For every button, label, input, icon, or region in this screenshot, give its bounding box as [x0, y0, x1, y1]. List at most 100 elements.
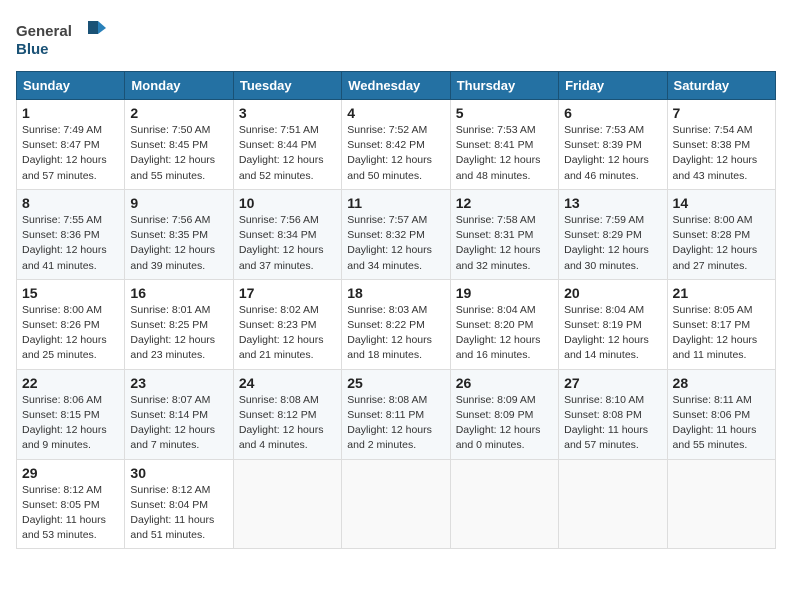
day-info: Sunrise: 7:55 AM Sunset: 8:36 PM Dayligh…	[22, 213, 119, 274]
day-info: Sunrise: 8:01 AM Sunset: 8:25 PM Dayligh…	[130, 303, 227, 364]
week-row-2: 15 Sunrise: 8:00 AM Sunset: 8:26 PM Dayli…	[17, 279, 776, 369]
calendar-cell: 5 Sunrise: 7:53 AM Sunset: 8:41 PM Daylig…	[450, 100, 558, 190]
day-number: 29	[22, 465, 119, 481]
day-number: 18	[347, 285, 444, 301]
day-number: 9	[130, 195, 227, 211]
day-number: 11	[347, 195, 444, 211]
calendar-cell: 6 Sunrise: 7:53 AM Sunset: 8:39 PM Daylig…	[559, 100, 667, 190]
calendar-cell: 10 Sunrise: 7:56 AM Sunset: 8:34 PM Dayli…	[233, 189, 341, 279]
day-info: Sunrise: 8:12 AM Sunset: 8:05 PM Dayligh…	[22, 483, 119, 544]
calendar-cell: 25Sunrise: 8:08 AM Sunset: 8:11 PM Dayli…	[342, 369, 450, 459]
day-info: Sunrise: 7:57 AM Sunset: 8:32 PM Dayligh…	[347, 213, 444, 274]
day-info: Sunrise: 8:03 AM Sunset: 8:22 PM Dayligh…	[347, 303, 444, 364]
day-info: Sunrise: 7:51 AM Sunset: 8:44 PM Dayligh…	[239, 123, 336, 184]
day-info: Sunrise: 8:00 AM Sunset: 8:28 PM Dayligh…	[673, 213, 770, 274]
day-number: 2	[130, 105, 227, 121]
calendar-cell: 2Sunrise: 7:50 AM Sunset: 8:45 PM Daylig…	[125, 100, 233, 190]
day-info: Sunrise: 7:49 AM Sunset: 8:47 PM Dayligh…	[22, 123, 119, 184]
day-info: Sunrise: 8:11 AM Sunset: 8:06 PM Dayligh…	[673, 393, 770, 454]
day-number: 16	[130, 285, 227, 301]
header-cell-tuesday: Tuesday	[233, 72, 341, 100]
day-info: Sunrise: 8:04 AM Sunset: 8:20 PM Dayligh…	[456, 303, 553, 364]
day-info: Sunrise: 8:08 AM Sunset: 8:12 PM Dayligh…	[239, 393, 336, 454]
svg-text:General: General	[16, 23, 72, 40]
calendar-cell: 23 Sunrise: 8:07 AM Sunset: 8:14 PM Dayli…	[125, 369, 233, 459]
day-info: Sunrise: 7:56 AM Sunset: 8:35 PM Dayligh…	[130, 213, 227, 274]
day-info: Sunrise: 7:56 AM Sunset: 8:34 PM Dayligh…	[239, 213, 336, 274]
week-row-3: 22 Sunrise: 8:06 AM Sunset: 8:15 PM Dayli…	[17, 369, 776, 459]
calendar-header: SundayMondayTuesdayWednesdayThursdayFrid…	[17, 72, 776, 100]
calendar-cell: 20Sunrise: 8:04 AM Sunset: 8:19 PM Dayli…	[559, 279, 667, 369]
day-number: 27	[564, 375, 661, 391]
calendar-cell: 11 Sunrise: 7:57 AM Sunset: 8:32 PM Dayli…	[342, 189, 450, 279]
day-number: 17	[239, 285, 336, 301]
day-number: 20	[564, 285, 661, 301]
calendar-cell	[559, 459, 667, 549]
day-info: Sunrise: 7:52 AM Sunset: 8:42 PM Dayligh…	[347, 123, 444, 184]
day-info: Sunrise: 8:07 AM Sunset: 8:14 PM Dayligh…	[130, 393, 227, 454]
day-info: Sunrise: 7:53 AM Sunset: 8:39 PM Dayligh…	[564, 123, 661, 184]
calendar-cell: 7Sunrise: 7:54 AM Sunset: 8:38 PM Daylig…	[667, 100, 775, 190]
day-number: 3	[239, 105, 336, 121]
calendar-cell: 18 Sunrise: 8:03 AM Sunset: 8:22 PM Dayli…	[342, 279, 450, 369]
day-number: 6	[564, 105, 661, 121]
header-cell-friday: Friday	[559, 72, 667, 100]
header-cell-sunday: Sunday	[17, 72, 125, 100]
day-info: Sunrise: 7:58 AM Sunset: 8:31 PM Dayligh…	[456, 213, 553, 274]
day-number: 5	[456, 105, 553, 121]
calendar-cell: 1 Sunrise: 7:49 AM Sunset: 8:47 PM Daylig…	[17, 100, 125, 190]
week-row-0: 1 Sunrise: 7:49 AM Sunset: 8:47 PM Daylig…	[17, 100, 776, 190]
day-number: 12	[456, 195, 553, 211]
calendar-cell	[667, 459, 775, 549]
calendar-cell: 21 Sunrise: 8:05 AM Sunset: 8:17 PM Dayli…	[667, 279, 775, 369]
day-info: Sunrise: 8:00 AM Sunset: 8:26 PM Dayligh…	[22, 303, 119, 364]
day-number: 7	[673, 105, 770, 121]
calendar-cell: 14 Sunrise: 8:00 AM Sunset: 8:28 PM Dayli…	[667, 189, 775, 279]
day-number: 23	[130, 375, 227, 391]
day-number: 22	[22, 375, 119, 391]
day-number: 1	[22, 105, 119, 121]
day-number: 14	[673, 195, 770, 211]
header-cell-wednesday: Wednesday	[342, 72, 450, 100]
day-number: 13	[564, 195, 661, 211]
day-number: 10	[239, 195, 336, 211]
calendar-cell: 4 Sunrise: 7:52 AM Sunset: 8:42 PM Daylig…	[342, 100, 450, 190]
day-number: 21	[673, 285, 770, 301]
header-cell-monday: Monday	[125, 72, 233, 100]
calendar-cell: 9 Sunrise: 7:56 AM Sunset: 8:35 PM Daylig…	[125, 189, 233, 279]
calendar-cell: 3 Sunrise: 7:51 AM Sunset: 8:44 PM Daylig…	[233, 100, 341, 190]
week-row-1: 8 Sunrise: 7:55 AM Sunset: 8:36 PM Daylig…	[17, 189, 776, 279]
day-number: 4	[347, 105, 444, 121]
day-number: 8	[22, 195, 119, 211]
day-number: 30	[130, 465, 227, 481]
calendar-cell: 26 Sunrise: 8:09 AM Sunset: 8:09 PM Dayli…	[450, 369, 558, 459]
day-number: 26	[456, 375, 553, 391]
calendar-cell: 8 Sunrise: 7:55 AM Sunset: 8:36 PM Daylig…	[17, 189, 125, 279]
calendar-cell: 12 Sunrise: 7:58 AM Sunset: 8:31 PM Dayli…	[450, 189, 558, 279]
calendar-cell: 28Sunrise: 8:11 AM Sunset: 8:06 PM Dayli…	[667, 369, 775, 459]
logo: General Blue	[16, 16, 106, 61]
day-info: Sunrise: 8:10 AM Sunset: 8:08 PM Dayligh…	[564, 393, 661, 454]
calendar-cell: 22 Sunrise: 8:06 AM Sunset: 8:15 PM Dayli…	[17, 369, 125, 459]
calendar-cell	[450, 459, 558, 549]
day-info: Sunrise: 7:53 AM Sunset: 8:41 PM Dayligh…	[456, 123, 553, 184]
day-info: Sunrise: 7:59 AM Sunset: 8:29 PM Dayligh…	[564, 213, 661, 274]
svg-text:Blue: Blue	[16, 41, 49, 58]
calendar-cell: 16 Sunrise: 8:01 AM Sunset: 8:25 PM Dayli…	[125, 279, 233, 369]
calendar-cell	[233, 459, 341, 549]
day-info: Sunrise: 8:02 AM Sunset: 8:23 PM Dayligh…	[239, 303, 336, 364]
week-row-4: 29 Sunrise: 8:12 AM Sunset: 8:05 PM Dayli…	[17, 459, 776, 549]
day-info: Sunrise: 8:09 AM Sunset: 8:09 PM Dayligh…	[456, 393, 553, 454]
calendar-cell: 17 Sunrise: 8:02 AM Sunset: 8:23 PM Dayli…	[233, 279, 341, 369]
calendar-body: 1 Sunrise: 7:49 AM Sunset: 8:47 PM Daylig…	[17, 100, 776, 549]
day-number: 24	[239, 375, 336, 391]
day-number: 15	[22, 285, 119, 301]
day-info: Sunrise: 8:05 AM Sunset: 8:17 PM Dayligh…	[673, 303, 770, 364]
calendar-cell: 15 Sunrise: 8:00 AM Sunset: 8:26 PM Dayli…	[17, 279, 125, 369]
day-info: Sunrise: 8:06 AM Sunset: 8:15 PM Dayligh…	[22, 393, 119, 454]
calendar-cell: 24 Sunrise: 8:08 AM Sunset: 8:12 PM Dayli…	[233, 369, 341, 459]
calendar-table: SundayMondayTuesdayWednesdayThursdayFrid…	[16, 71, 776, 549]
day-info: Sunrise: 8:12 AM Sunset: 8:04 PM Dayligh…	[130, 483, 227, 544]
calendar-cell: 19Sunrise: 8:04 AM Sunset: 8:20 PM Dayli…	[450, 279, 558, 369]
calendar-cell: 29 Sunrise: 8:12 AM Sunset: 8:05 PM Dayli…	[17, 459, 125, 549]
